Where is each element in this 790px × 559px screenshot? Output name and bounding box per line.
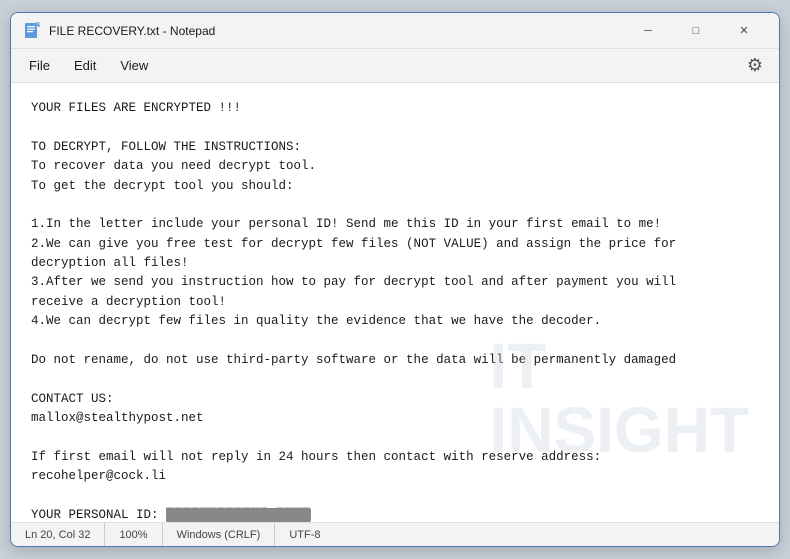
document-content: YOUR FILES ARE ENCRYPTED !!! TO DECRYPT,…	[31, 99, 759, 522]
menu-items: File Edit View	[19, 54, 158, 77]
window-title: FILE RECOVERY.txt - Notepad	[49, 24, 625, 38]
notepad-icon	[23, 22, 41, 40]
encoding: UTF-8	[275, 523, 334, 546]
menu-view[interactable]: View	[110, 54, 158, 77]
cursor-position: Ln 20, Col 32	[21, 523, 105, 546]
notepad-window: FILE RECOVERY.txt - Notepad ─ □ ✕ File E…	[10, 12, 780, 547]
settings-icon[interactable]: ⚙	[739, 51, 771, 80]
statusbar: Ln 20, Col 32 100% Windows (CRLF) UTF-8	[11, 522, 779, 546]
titlebar: FILE RECOVERY.txt - Notepad ─ □ ✕	[11, 13, 779, 49]
personal-id-redacted: ████████████ ████	[166, 508, 311, 522]
text-editor[interactable]: IT INSIGHT YOUR FILES ARE ENCRYPTED !!! …	[11, 83, 779, 522]
menu-file[interactable]: File	[19, 54, 60, 77]
close-button[interactable]: ✕	[721, 15, 767, 47]
maximize-button[interactable]: □	[673, 15, 719, 47]
line-ending: Windows (CRLF)	[163, 523, 276, 546]
minimize-button[interactable]: ─	[625, 15, 671, 47]
menu-edit[interactable]: Edit	[64, 54, 106, 77]
menubar: File Edit View ⚙	[11, 49, 779, 83]
window-controls: ─ □ ✕	[625, 15, 767, 47]
zoom-level: 100%	[105, 523, 162, 546]
